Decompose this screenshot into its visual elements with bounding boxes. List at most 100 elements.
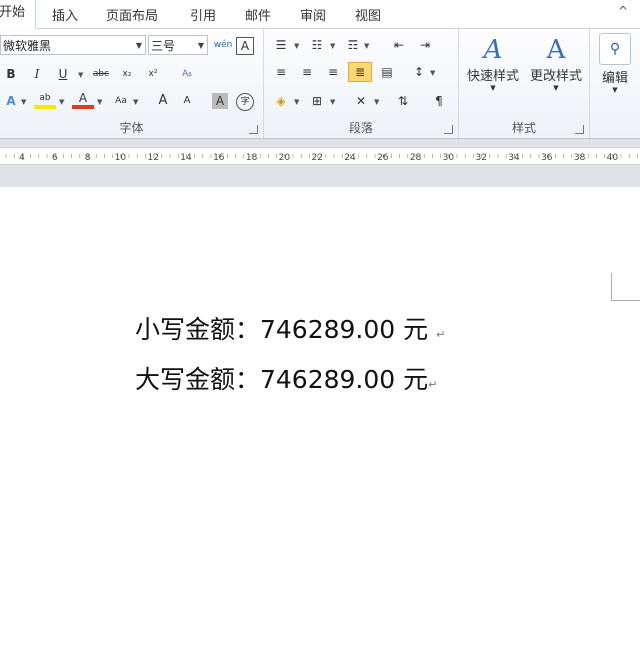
align-center-icon[interactable]: ≡	[296, 62, 318, 82]
dialog-launcher-icon[interactable]	[444, 125, 453, 134]
ruler-tick-label: 26	[377, 153, 389, 163]
justify-icon[interactable]: ≣	[348, 62, 372, 82]
font-name-select[interactable]: 微软雅黑 ▼	[0, 35, 146, 55]
chinese-layout-icon[interactable]: ✕	[350, 91, 372, 111]
ruler-tick-label: 32	[475, 153, 486, 163]
styles-group-label: 样式	[511, 121, 536, 135]
line-spacing-icon[interactable]: ↕	[408, 62, 430, 82]
chevron-down-icon: ▼	[135, 41, 142, 50]
dialog-launcher-icon[interactable]	[249, 125, 258, 134]
subscript-button[interactable]: x₂	[116, 64, 138, 84]
chevron-down-icon: ▼	[490, 84, 496, 92]
collapse-ribbon-icon[interactable]: ^	[618, 4, 628, 18]
font-size-select[interactable]: 三号 ▼	[148, 35, 208, 55]
tab-mailings[interactable]: 邮件	[245, 5, 271, 24]
ribbon: 微软雅黑 ▼ 三号 ▼ wén A B I U ▼ abc x₂ x² Aᵦ A…	[0, 29, 640, 139]
ruler-tick-label: 30	[443, 153, 455, 163]
chevron-down-icon[interactable]: ▼	[133, 98, 138, 106]
clear-formatting-icon[interactable]: Aᵦ	[176, 64, 198, 84]
grow-font-icon[interactable]: A	[152, 91, 174, 111]
chevron-down-icon: ▼	[197, 41, 204, 50]
align-left-icon[interactable]: ≡	[270, 62, 292, 82]
font-size-value: 三号	[151, 39, 176, 53]
quick-styles-button[interactable]: A 快速样式 ▼	[461, 35, 525, 92]
superscript-button[interactable]: x²	[142, 64, 164, 84]
chevron-down-icon[interactable]: ▼	[364, 42, 369, 50]
line-2-text: 大写金额：746289.00 元	[135, 365, 429, 394]
document-line-2[interactable]: 大写金额：746289.00 元↵	[135, 360, 437, 396]
tab-home[interactable]: 开始	[0, 0, 37, 29]
ruler-tick-label: 38	[574, 153, 586, 163]
font-color-icon[interactable]: A	[72, 91, 94, 109]
tab-references[interactable]: 引用	[190, 5, 216, 24]
shrink-font-icon[interactable]: A	[176, 91, 198, 111]
document-page[interactable]	[0, 187, 640, 655]
editing-label: 编辑	[601, 71, 628, 86]
ruler-tick-label: 40	[607, 153, 619, 163]
ruler-tick-label: 36	[541, 153, 553, 163]
chevron-down-icon[interactable]: ▼	[21, 98, 26, 106]
tab-review[interactable]: 审阅	[300, 5, 326, 24]
numbering-icon[interactable]: ☷	[306, 35, 328, 55]
ruler-tick-label: 28	[410, 153, 422, 163]
ruler-tick-label: 22	[311, 153, 322, 163]
ruler-area: 4 6 8 10 12 14 16 18 20 22 24 26 28 30 32 34 36 38 40	[0, 139, 640, 187]
bullets-icon[interactable]: ☰	[270, 35, 292, 55]
chevron-down-icon: ▼	[553, 84, 559, 92]
tab-view[interactable]: 视图	[355, 5, 381, 24]
tab-page-layout[interactable]: 页面布局	[106, 5, 158, 24]
styles-group: A 快速样式 ▼ A 更改样式 ▼ 样式	[459, 29, 590, 138]
horizontal-ruler[interactable]: 4 6 8 10 12 14 16 18 20 22 24 26 28 30 32 34 36 38 40	[0, 147, 640, 165]
sort-icon[interactable]: ⇅	[392, 91, 414, 111]
distributed-icon[interactable]: ▤	[376, 62, 398, 82]
chevron-down-icon[interactable]: ▼	[374, 98, 379, 106]
highlight-color-icon[interactable]: ab	[34, 91, 56, 109]
paragraph-group-label: 段落	[348, 121, 373, 135]
change-case-button[interactable]: Aa	[110, 91, 132, 111]
font-name-value: 微软雅黑	[3, 39, 52, 53]
decrease-indent-icon[interactable]: ⇤	[388, 35, 410, 55]
chevron-down-icon[interactable]: ▼	[330, 98, 335, 106]
chevron-down-icon[interactable]: ▼	[330, 42, 335, 50]
enclose-characters-icon[interactable]: 字	[236, 93, 254, 111]
ruler-tick-label: 18	[246, 153, 258, 163]
tab-insert[interactable]: 插入	[52, 5, 78, 24]
binoculars-icon: ⚲	[599, 33, 631, 65]
underline-dropdown-icon[interactable]: ▼	[78, 71, 83, 79]
paragraph-group: ☰ ▼ ☷ ▼ ☶ ▼ ⇤ ⇥ ≡ ≡ ≡ ≣ ▤ ↕ ▼ ◈ ▼ ⊞ ▼ ✕ …	[264, 29, 459, 138]
dialog-launcher-icon[interactable]	[575, 125, 584, 134]
increase-indent-icon[interactable]: ⇥	[414, 35, 436, 55]
chevron-down-icon[interactable]: ▼	[294, 42, 299, 50]
underline-button[interactable]: U	[52, 64, 74, 84]
character-border-icon[interactable]: A	[236, 37, 254, 55]
align-right-icon[interactable]: ≡	[322, 62, 344, 82]
italic-button[interactable]: I	[26, 64, 48, 84]
bold-button[interactable]: B	[0, 64, 22, 84]
font-group-label: 字体	[119, 121, 144, 135]
change-styles-button[interactable]: A 更改样式 ▼	[523, 35, 589, 92]
change-styles-icon: A	[546, 35, 566, 65]
chevron-down-icon[interactable]: ▼	[59, 98, 64, 106]
paragraph-mark: ↵	[436, 328, 446, 341]
show-marks-icon[interactable]: ¶	[428, 91, 450, 111]
document-line-1[interactable]: 小写金额：746289.00 元 ↵	[135, 310, 445, 346]
editing-group: ⚲ 编辑 ▼	[590, 29, 640, 138]
change-styles-label: 更改样式	[529, 69, 582, 84]
line-1-text: 小写金额：746289.00 元	[135, 315, 429, 344]
phonetic-guide-icon[interactable]: wén	[212, 35, 234, 55]
ruler-tick-label: 24	[344, 153, 356, 163]
editing-button[interactable]: ⚲ 编辑 ▼	[596, 33, 634, 94]
multilevel-list-icon[interactable]: ☶	[342, 35, 364, 55]
chevron-down-icon[interactable]: ▼	[294, 98, 299, 106]
chevron-down-icon[interactable]: ▼	[97, 98, 102, 106]
text-effects-icon[interactable]: A	[0, 91, 22, 111]
character-shading-icon[interactable]: A	[212, 93, 228, 109]
chevron-down-icon[interactable]: ▼	[430, 69, 435, 77]
ruler-tick-label: 34	[508, 153, 520, 163]
borders-icon[interactable]: ⊞	[306, 91, 328, 111]
ruler-tick-label: 8	[85, 153, 91, 163]
font-group: 微软雅黑 ▼ 三号 ▼ wén A B I U ▼ abc x₂ x² Aᵦ A…	[0, 29, 264, 138]
ruler-ticks: 4 6 8 10 12 14 16 18 20 22 24 26 28 30 32 34 36 38 40	[5, 153, 638, 163]
shading-icon[interactable]: ◈	[270, 91, 292, 111]
strikethrough-button[interactable]: abc	[90, 64, 112, 84]
